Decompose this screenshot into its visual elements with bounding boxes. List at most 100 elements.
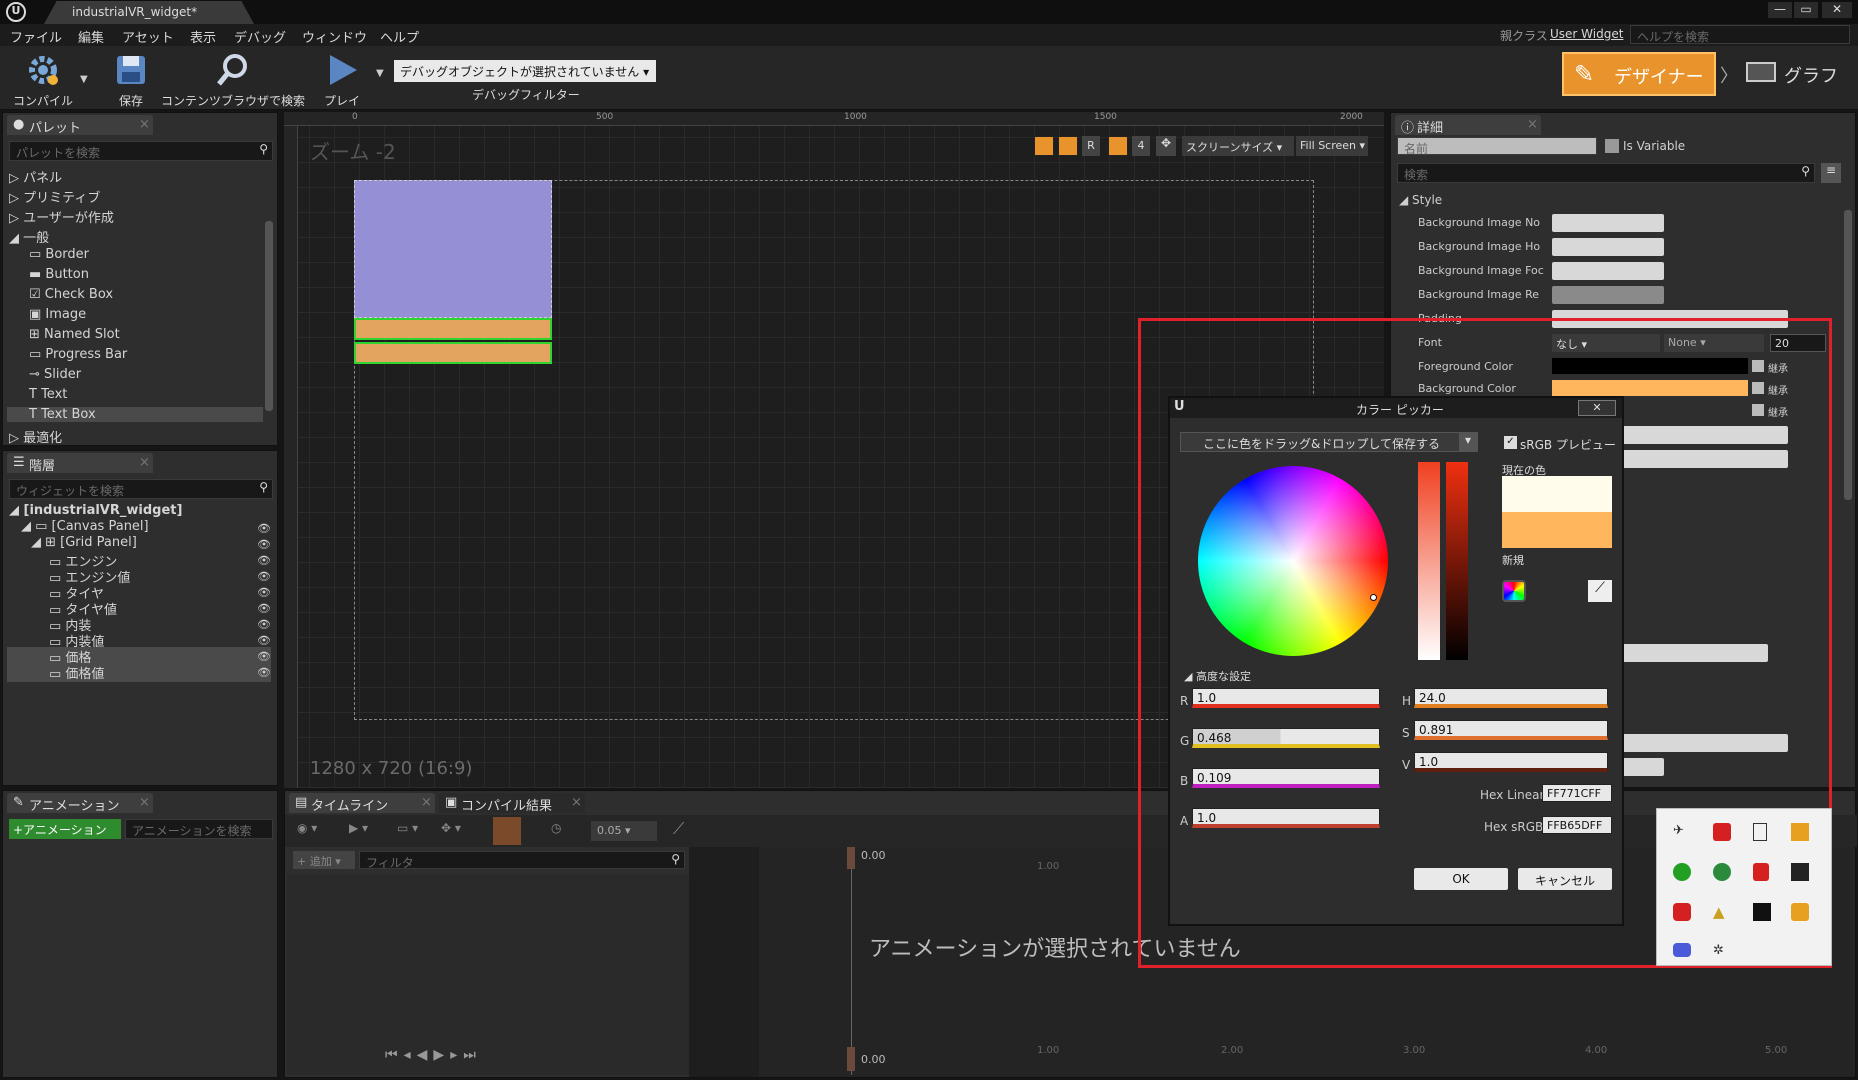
widget-name-input[interactable]: 名前 (1397, 137, 1597, 156)
maximize-button[interactable]: ▭ (1794, 2, 1818, 18)
tray-app-icon[interactable] (1791, 823, 1809, 841)
saturation-bar[interactable] (1418, 462, 1440, 660)
close-icon[interactable]: × (1527, 117, 1538, 132)
document-tab[interactable]: industrialVR_widget* (44, 1, 254, 24)
respect-locks-button[interactable]: R (1082, 136, 1100, 156)
widget-preview-orange-1[interactable] (354, 318, 552, 340)
palette-item-border[interactable]: ▭ Border (29, 247, 89, 262)
palette-scrollbar[interactable] (265, 221, 273, 411)
play-dropdown-icon[interactable]: ▼ (376, 68, 384, 79)
animation-tab[interactable]: ✎ アニメーション × (7, 793, 153, 814)
bg-image-normal-field[interactable] (1552, 214, 1664, 232)
grid-snap-icon[interactable] (1108, 136, 1128, 156)
playhead-handle[interactable] (847, 847, 855, 869)
hierarchy-search-input[interactable]: ウィジェットを検索 ⚲ (9, 479, 273, 499)
move-icon[interactable]: ✥ (1156, 136, 1176, 156)
tree-grid-panel[interactable]: ◢ ⊞ [Grid Panel] (31, 535, 137, 550)
palette-category-optimize[interactable]: ▷ 最適化 (9, 427, 62, 446)
widget-preview-orange-2[interactable] (354, 342, 552, 364)
details-search-input[interactable]: 検索 ⚲ (1397, 163, 1815, 183)
compile-button[interactable]: コンパイル (8, 52, 78, 109)
tray-app-icon[interactable] (1753, 823, 1767, 841)
save-button[interactable]: 保存 (106, 52, 156, 109)
section-style[interactable]: ◢ Style (1399, 193, 1442, 207)
details-tab[interactable]: ⓘ 詳細 × (1395, 115, 1541, 136)
s-slider[interactable]: 0.891 (1414, 720, 1608, 740)
tree-canvas-panel[interactable]: ◢ ▭ [Canvas Panel] (21, 519, 149, 534)
tray-app-icon[interactable]: ✈ (1673, 823, 1691, 841)
hex-linear-input[interactable]: FF771CFF (1542, 784, 1612, 802)
close-icon[interactable]: × (139, 795, 150, 810)
close-icon[interactable]: × (571, 795, 582, 810)
close-icon[interactable]: × (139, 455, 150, 470)
tray-app-icon[interactable] (1753, 903, 1771, 921)
color-drop-zone[interactable]: ここに色をドラッグ&ドロップして保存する ▾ (1180, 432, 1478, 452)
tray-app-icon[interactable] (1673, 863, 1691, 881)
palette-item-text[interactable]: T Text (29, 387, 67, 402)
menu-edit[interactable]: 編集 (78, 27, 104, 46)
tray-app-icon[interactable] (1791, 903, 1809, 921)
compile-results-tab[interactable]: ▣ コンパイル結果 × (439, 793, 585, 814)
menu-asset[interactable]: アセット (122, 27, 174, 46)
tray-app-icon[interactable] (1713, 823, 1731, 841)
step-forward-icon[interactable]: ▸ (450, 1047, 463, 1063)
step-dropdown[interactable]: 0.05 ▾ (591, 821, 657, 841)
close-icon[interactable]: × (139, 117, 150, 132)
close-icon[interactable]: × (421, 795, 432, 810)
tray-app-icon[interactable] (1713, 863, 1731, 881)
palette-item-button[interactable]: ▬ Button (29, 267, 89, 282)
add-animation-button[interactable]: +アニメーション (9, 819, 121, 839)
palette-item-progress-bar[interactable]: ▭ Progress Bar (29, 347, 127, 362)
bg-image-hover-field[interactable] (1552, 238, 1664, 256)
move-icon[interactable]: ✥ ▾ (441, 821, 461, 835)
help-search-input[interactable]: ヘルプを検索 (1630, 25, 1850, 44)
skip-end-icon[interactable]: ⏭ (463, 1047, 482, 1063)
bottom-playhead-handle[interactable] (847, 1047, 855, 1071)
parent-class-link[interactable]: User Widget (1550, 27, 1623, 41)
menu-view[interactable]: 表示 (190, 27, 216, 46)
advanced-toggle[interactable]: ◢ 高度な設定 (1184, 668, 1251, 684)
step-back-icon[interactable]: ◂ (404, 1047, 417, 1063)
tray-app-icon[interactable] (1673, 903, 1691, 921)
compile-dropdown-icon[interactable]: ▼ (80, 74, 88, 85)
skip-start-icon[interactable]: ⏮ (385, 1047, 404, 1063)
play-forward-icon[interactable]: ▶ (433, 1047, 450, 1063)
add-track-button[interactable]: + 追加 ▾ (293, 851, 355, 869)
screen-size-dropdown[interactable]: スクリーンサイズ ▾ (1182, 136, 1294, 156)
curve-icon[interactable]: ⟋ (673, 819, 684, 839)
menu-window[interactable]: ウィンドウ (302, 27, 367, 46)
tray-app-icon[interactable] (1753, 863, 1769, 881)
chevron-down-icon[interactable]: ▾ (1459, 433, 1477, 451)
widget-preview-purple[interactable] (354, 180, 552, 318)
play-reverse-icon[interactable]: ◀ (417, 1047, 434, 1063)
color-theme-button[interactable] (1502, 580, 1526, 602)
ok-button[interactable]: OK (1414, 868, 1508, 890)
snap-button[interactable] (493, 817, 521, 845)
is-variable-checkbox[interactable] (1605, 139, 1619, 153)
tray-app-icon[interactable] (1791, 863, 1809, 881)
palette-item-slider[interactable]: ⊸ Slider (29, 367, 81, 382)
eyedropper-icon[interactable]: ⟋ (1588, 580, 1612, 602)
tray-app-icon[interactable]: ▲ (1713, 903, 1731, 921)
g-slider[interactable]: 0.468 (1192, 728, 1380, 748)
a-slider[interactable]: 1.0 (1192, 808, 1380, 828)
palette-item-named-slot[interactable]: ⊞ Named Slot (29, 327, 120, 342)
menu-file[interactable]: ファイル (10, 27, 62, 46)
picker-close-button[interactable]: ✕ (1578, 400, 1616, 416)
animation-search-input[interactable]: アニメーションを検索 (125, 819, 273, 839)
v-slider[interactable]: 1.0 (1414, 752, 1608, 772)
playhead-icon[interactable]: ▶ ▾ (349, 821, 368, 835)
palette-category-user[interactable]: ▷ ユーザーが作成 (9, 207, 114, 226)
debug-object-select[interactable]: デバッグオブジェクトが選択されていません ▾ (394, 60, 656, 82)
palette-item-text-box[interactable]: T Text Box (7, 407, 263, 422)
bg-image-focus-field[interactable] (1552, 262, 1664, 280)
menu-help[interactable]: ヘルプ (380, 27, 419, 46)
minimize-button[interactable]: — (1768, 2, 1792, 18)
grid-size-button[interactable]: 4 (1132, 136, 1150, 156)
close-button[interactable]: ✕ (1822, 2, 1852, 18)
layout-toggle-icon[interactable] (1058, 136, 1078, 156)
picker-title-bar[interactable]: U カラー ピッカー ✕ (1170, 398, 1622, 418)
timeline-tab[interactable]: ▤ タイムライン × (289, 793, 435, 814)
timeline-filter-input[interactable]: フィルタ ⚲ (359, 851, 685, 870)
view-options-icon[interactable]: ≡ (1821, 163, 1841, 183)
